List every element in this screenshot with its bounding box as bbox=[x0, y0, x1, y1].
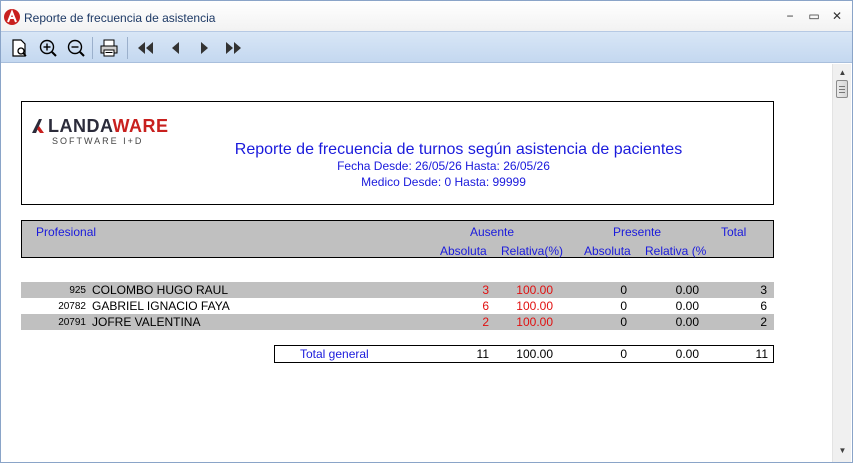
print-icon[interactable] bbox=[99, 38, 119, 58]
col-ausente-relativa: Relativa(%) bbox=[501, 244, 564, 258]
zoom-in-icon[interactable] bbox=[38, 38, 58, 58]
first-page-icon[interactable] bbox=[135, 38, 155, 58]
scroll-up-icon[interactable]: ▲ bbox=[833, 66, 852, 80]
row-ausente-absoluta: 2 bbox=[482, 315, 489, 329]
close-button[interactable]: ✕ bbox=[828, 8, 846, 24]
row-name: GABRIEL IGNACIO FAYA bbox=[92, 299, 230, 313]
col-presente-relativa: Relativa (% bbox=[645, 244, 707, 258]
app-logo-icon bbox=[4, 9, 20, 25]
report-header: LANDAWARE SOFTWARE I+D Reporte de frecue… bbox=[21, 101, 774, 205]
zoom-out-icon[interactable] bbox=[66, 38, 86, 58]
window-title: Reporte de frecuencia de asistencia bbox=[24, 11, 216, 25]
report-window: Reporte de frecuencia de asistencia − ▭ … bbox=[0, 0, 853, 463]
report-title: Reporte de frecuencia de turnos según as… bbox=[234, 141, 683, 158]
logo-brand-part1: LANDA bbox=[48, 116, 113, 136]
total-total: 11 bbox=[755, 347, 768, 361]
row-code: 925 bbox=[69, 285, 86, 296]
total-ausente-absoluta: 11 bbox=[476, 347, 489, 361]
column-header: Profesional Ausente Presente Total Absol… bbox=[21, 220, 774, 258]
row-presente-relativa: 0.00 bbox=[675, 283, 699, 297]
toolbar-separator bbox=[127, 37, 128, 59]
row-name: COLOMBO HUGO RAUL bbox=[92, 283, 229, 297]
row-ausente-relativa: 100.00 bbox=[516, 299, 553, 313]
row-presente-absoluta: 0 bbox=[620, 315, 627, 329]
toolbar-separator bbox=[92, 37, 93, 59]
row-total: 2 bbox=[760, 315, 767, 329]
row-ausente-relativa: 100.00 bbox=[516, 283, 553, 297]
report-medico-range: Medico Desde: 0 Hasta: 99999 bbox=[361, 175, 526, 189]
logo-wordmark: LANDAWARE bbox=[48, 116, 169, 137]
maximize-button[interactable]: ▭ bbox=[805, 8, 823, 24]
vertical-scrollbar[interactable]: ▲ ▼ bbox=[832, 64, 851, 462]
col-presente: Presente bbox=[613, 225, 662, 239]
col-presente-absoluta: Absoluta bbox=[584, 244, 631, 258]
logo-mark-icon bbox=[32, 119, 44, 133]
table-row: 20791 JOFRE VALENTINA 2 100.00 0 0.00 2 bbox=[21, 314, 774, 330]
row-ausente-relativa: 100.00 bbox=[516, 315, 553, 329]
total-label: Total general bbox=[300, 347, 369, 361]
col-total: Total bbox=[721, 225, 747, 239]
total-presente-absoluta: 0 bbox=[620, 347, 627, 361]
row-code: 20782 bbox=[58, 301, 86, 312]
col-ausente: Ausente bbox=[470, 225, 515, 239]
row-presente-relativa: 0.00 bbox=[675, 299, 699, 313]
row-total: 3 bbox=[760, 283, 767, 297]
next-page-icon[interactable] bbox=[194, 38, 214, 58]
row-presente-absoluta: 0 bbox=[620, 283, 627, 297]
total-ausente-relativa: 100.00 bbox=[516, 347, 553, 361]
col-profesional: Profesional bbox=[36, 225, 97, 239]
total-general-row: Total general 11 100.00 0 0.00 11 bbox=[274, 345, 774, 363]
scroll-thumb[interactable] bbox=[836, 80, 848, 98]
toolbar bbox=[1, 31, 852, 63]
page-preview-icon[interactable] bbox=[10, 38, 30, 58]
scroll-down-icon[interactable]: ▼ bbox=[833, 444, 852, 458]
previous-page-icon[interactable] bbox=[166, 38, 186, 58]
table-row: 925 COLOMBO HUGO RAUL 3 100.00 0 0.00 3 bbox=[21, 282, 774, 298]
row-ausente-absoluta: 6 bbox=[482, 299, 489, 313]
row-ausente-absoluta: 3 bbox=[482, 283, 489, 297]
row-name: JOFRE VALENTINA bbox=[92, 315, 201, 329]
row-total: 6 bbox=[760, 299, 767, 313]
title-bar[interactable]: Reporte de frecuencia de asistencia − ▭ … bbox=[1, 1, 852, 31]
logo-brand-part2: WARE bbox=[112, 116, 169, 136]
row-code: 20791 bbox=[58, 317, 86, 328]
row-presente-absoluta: 0 bbox=[620, 299, 627, 313]
minimize-button[interactable]: − bbox=[781, 8, 799, 24]
last-page-icon[interactable] bbox=[224, 38, 244, 58]
total-presente-relativa: 0.00 bbox=[675, 347, 699, 361]
col-ausente-absoluta: Absoluta bbox=[440, 244, 487, 258]
table-row: 20782 GABRIEL IGNACIO FAYA 6 100.00 0 0.… bbox=[21, 298, 774, 314]
report-date-range: Fecha Desde: 26/05/26 Hasta: 26/05/26 bbox=[337, 159, 550, 173]
row-presente-relativa: 0.00 bbox=[675, 315, 699, 329]
report-page: LANDAWARE SOFTWARE I+D Reporte de frecue… bbox=[2, 64, 831, 462]
